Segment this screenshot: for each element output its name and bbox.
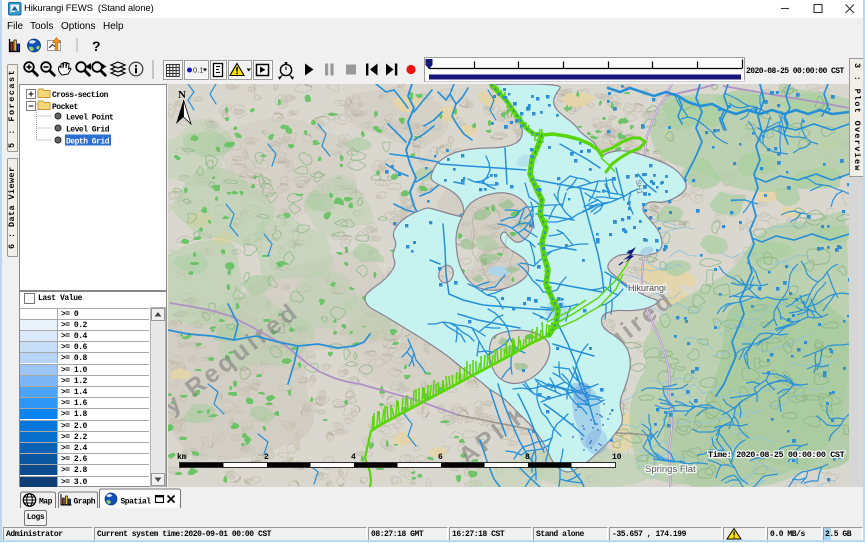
svg-text:Springs Flat: Springs Flat bbox=[645, 464, 696, 475]
svg-text:Pocket: Pocket bbox=[52, 103, 79, 112]
svg-text:N: N bbox=[178, 89, 186, 101]
svg-text:6: 6 bbox=[438, 453, 443, 462]
svg-text:Depth Grid: Depth Grid bbox=[66, 138, 110, 147]
svg-text:0.1: 0.1 bbox=[193, 66, 203, 75]
svg-text:2: 2 bbox=[264, 453, 269, 462]
svg-text:SH1: SH1 bbox=[634, 179, 645, 195]
svg-text:Cross-section: Cross-section bbox=[52, 91, 109, 100]
svg-text:?: ? bbox=[92, 38, 101, 54]
svg-text:10: 10 bbox=[612, 453, 622, 462]
svg-text:Graph: Graph bbox=[74, 498, 96, 507]
svg-text:Time: 2020-08-25 00:00:00 CST: Time: 2020-08-25 00:00:00 CST bbox=[708, 450, 845, 460]
svg-text:Hikurangi: Hikurangi bbox=[628, 283, 666, 293]
svg-text:Level Grid: Level Grid bbox=[66, 126, 110, 135]
svg-text:km: km bbox=[177, 453, 187, 462]
svg-text:Spatial: Spatial bbox=[121, 498, 152, 507]
svg-text:Level Point: Level Point bbox=[66, 114, 114, 123]
svg-text:2020-08-25 00:00:00 CST: 2020-08-25 00:00:00 CST bbox=[746, 67, 845, 76]
svg-text:4: 4 bbox=[351, 453, 356, 462]
svg-text:Map: Map bbox=[39, 498, 53, 507]
svg-text:8: 8 bbox=[525, 453, 530, 462]
